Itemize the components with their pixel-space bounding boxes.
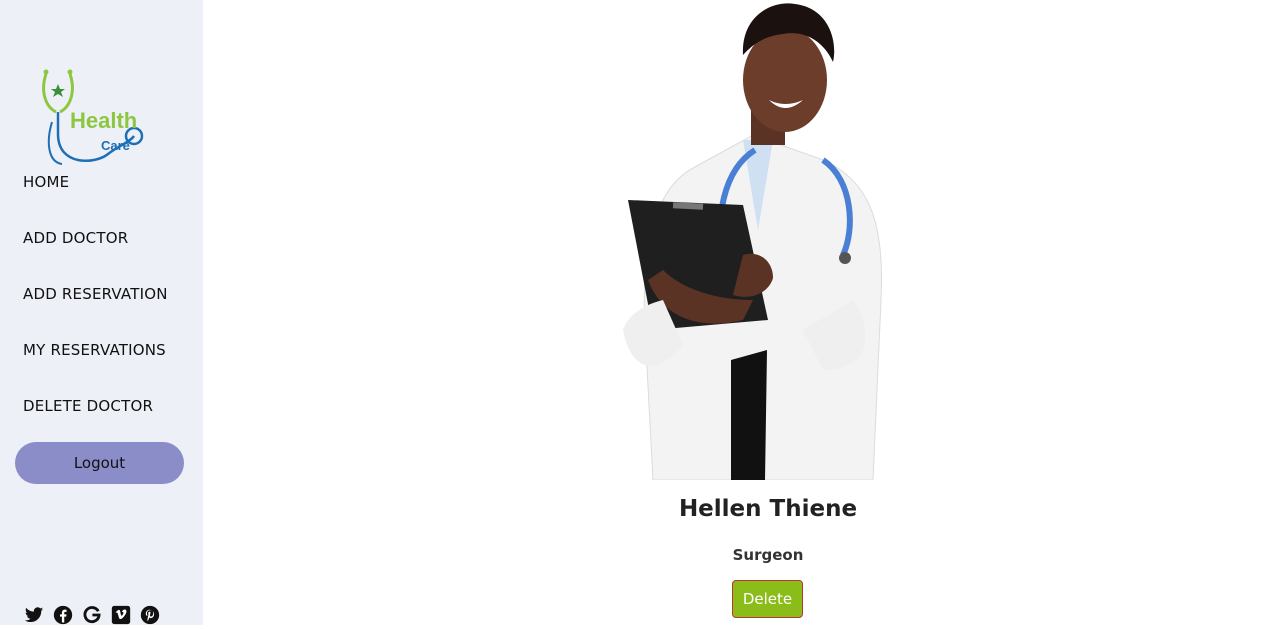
logo-text-health: Health	[70, 108, 137, 133]
doctor-photo	[623, 0, 885, 481]
doctor-specialty: Surgeon	[732, 546, 804, 564]
nav-item-my-reservations[interactable]: MY RESERVATIONS	[23, 338, 168, 394]
facebook-icon[interactable]	[53, 605, 73, 625]
nav-item-add-reservation[interactable]: ADD RESERVATION	[23, 282, 168, 338]
sidebar: Health Care HOME ADD DOCTOR ADD RESERVAT…	[0, 0, 203, 625]
social-links	[24, 605, 160, 625]
vimeo-icon[interactable]	[111, 605, 131, 625]
delete-doctor-button[interactable]: Delete	[732, 580, 803, 618]
nav-item-home[interactable]: HOME	[23, 170, 168, 226]
twitter-icon[interactable]	[24, 605, 44, 625]
health-care-logo[interactable]: Health Care	[38, 62, 148, 170]
logout-button[interactable]: Logout	[15, 442, 184, 484]
logo-text-care: Care	[101, 138, 130, 153]
pinterest-icon[interactable]	[140, 605, 160, 625]
doctor-name: Hellen Thiene	[678, 496, 858, 522]
stethoscope-icon: Health Care	[42, 69, 144, 165]
nav-item-add-doctor[interactable]: ADD DOCTOR	[23, 226, 168, 282]
main-content: Hellen Thiene Surgeon Delete	[203, 0, 1265, 625]
google-icon[interactable]	[82, 605, 102, 625]
